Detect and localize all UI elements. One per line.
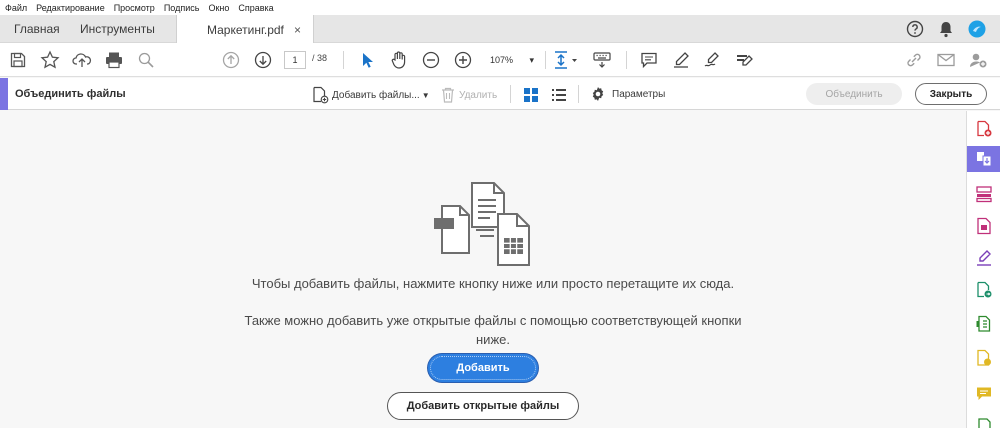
settings-button[interactable]: Параметры bbox=[590, 86, 665, 102]
comment-icon[interactable] bbox=[637, 48, 661, 72]
add-files-label: Добавить файлы... bbox=[332, 89, 420, 101]
fill-sign-icon[interactable] bbox=[967, 245, 1000, 271]
page-number-input[interactable]: 1 bbox=[284, 51, 306, 69]
settings-label: Параметры bbox=[612, 88, 666, 100]
tab-home[interactable]: Главная bbox=[14, 15, 60, 43]
link-icon[interactable] bbox=[902, 48, 926, 72]
combine-files-tool-icon[interactable] bbox=[967, 146, 1000, 172]
draw-sign-icon[interactable] bbox=[701, 48, 725, 72]
zoom-value: 107% bbox=[490, 55, 514, 65]
grid-view-icon[interactable] bbox=[522, 86, 540, 104]
zoom-caret: ▾ bbox=[529, 54, 534, 65]
menu-file[interactable]: Файл bbox=[5, 3, 27, 13]
add-open-files-button[interactable]: Добавить открытые файлы bbox=[387, 392, 579, 420]
tool-accent-bar bbox=[0, 78, 8, 110]
save-icon[interactable] bbox=[6, 48, 30, 72]
trash-icon bbox=[442, 87, 454, 103]
menu-help[interactable]: Справка bbox=[238, 3, 273, 13]
add-user-icon[interactable] bbox=[966, 48, 990, 72]
tab-bar-icons bbox=[906, 15, 1000, 43]
documents-illustration-icon bbox=[434, 182, 530, 266]
main-toolbar: 1 / 38 107% ▾ bbox=[0, 43, 1000, 77]
organize-pages-icon[interactable] bbox=[967, 181, 1000, 207]
delete-label: Удалить bbox=[459, 89, 498, 101]
close-button[interactable]: Закрыть bbox=[915, 83, 987, 105]
toolbar-divider bbox=[545, 51, 546, 69]
toolbar-divider bbox=[343, 51, 344, 69]
zoom-select[interactable]: 107% ▾ bbox=[486, 51, 538, 69]
close-tab-icon[interactable]: × bbox=[294, 23, 301, 37]
open-files-instructions: Также можно добавить уже открытые файлы … bbox=[244, 313, 742, 347]
add-files-button[interactable]: Добавить bbox=[428, 354, 538, 382]
help-icon[interactable] bbox=[906, 20, 924, 38]
star-icon[interactable] bbox=[38, 48, 62, 72]
export-pdf-icon[interactable] bbox=[967, 277, 1000, 303]
menu-sign[interactable]: Подпись bbox=[164, 3, 200, 13]
combine-files-illustration bbox=[428, 180, 534, 271]
compress-pdf-icon[interactable] bbox=[967, 311, 1000, 337]
previous-page-icon[interactable] bbox=[219, 48, 243, 72]
cloud-upload-icon[interactable] bbox=[70, 48, 94, 72]
more-tools-icon[interactable] bbox=[967, 413, 1000, 428]
fit-page-icon[interactable] bbox=[551, 48, 581, 72]
next-page-icon[interactable] bbox=[251, 48, 275, 72]
pointer-icon[interactable] bbox=[355, 48, 379, 72]
right-tools-panel bbox=[966, 111, 1000, 428]
edit-pdf-icon[interactable] bbox=[967, 213, 1000, 239]
drop-instructions: Чтобы добавить файлы, нажмите кнопку ниж… bbox=[251, 276, 735, 291]
keyboard-icon[interactable] bbox=[590, 48, 614, 72]
menu-edit[interactable]: Редактирование bbox=[36, 3, 105, 13]
list-view-icon[interactable] bbox=[550, 86, 568, 104]
tabs-row: Главная Инструменты Маркетинг.pdf × bbox=[0, 15, 1000, 44]
menu-view[interactable]: Просмотр bbox=[114, 3, 155, 13]
avatar[interactable] bbox=[968, 20, 986, 38]
protect-pdf-icon[interactable] bbox=[967, 345, 1000, 371]
print-icon[interactable] bbox=[102, 48, 126, 72]
tab-document[interactable]: Маркетинг.pdf × bbox=[176, 15, 314, 44]
add-file-icon bbox=[313, 86, 329, 104]
tab-document-label: Маркетинг.pdf bbox=[207, 22, 284, 37]
page-total: / 38 bbox=[312, 53, 328, 63]
hand-icon[interactable] bbox=[387, 48, 411, 72]
bell-icon[interactable] bbox=[938, 20, 954, 38]
toolbar-divider bbox=[626, 51, 627, 69]
create-pdf-icon[interactable] bbox=[967, 116, 1000, 142]
mail-icon[interactable] bbox=[934, 48, 958, 72]
gear-icon bbox=[592, 87, 604, 101]
highlight-pen-icon[interactable] bbox=[669, 48, 693, 72]
combine-bar-divider bbox=[510, 85, 511, 103]
menu-bar: Файл Редактирование Просмотр Подпись Окн… bbox=[0, 0, 1000, 15]
comment-tool-icon[interactable] bbox=[967, 381, 1000, 407]
combine-button[interactable]: Объединить bbox=[806, 83, 902, 105]
delete-button[interactable]: Удалить bbox=[440, 86, 497, 104]
search-icon[interactable] bbox=[134, 48, 158, 72]
combine-bar-divider bbox=[578, 85, 579, 103]
menu-window[interactable]: Окно bbox=[208, 3, 229, 13]
tool-title: Объединить файлы bbox=[15, 88, 126, 100]
chevron-down-icon: ▼ bbox=[421, 90, 430, 100]
zoom-in-icon[interactable] bbox=[451, 48, 475, 72]
zoom-out-icon[interactable] bbox=[419, 48, 443, 72]
tab-tools[interactable]: Инструменты bbox=[80, 15, 155, 43]
add-files-dropdown[interactable]: Добавить файлы... ▼ bbox=[311, 86, 430, 104]
combine-files-bar: Объединить файлы Добавить файлы... ▼ Уда… bbox=[0, 78, 1000, 110]
stamp-edit-icon[interactable] bbox=[733, 48, 757, 72]
